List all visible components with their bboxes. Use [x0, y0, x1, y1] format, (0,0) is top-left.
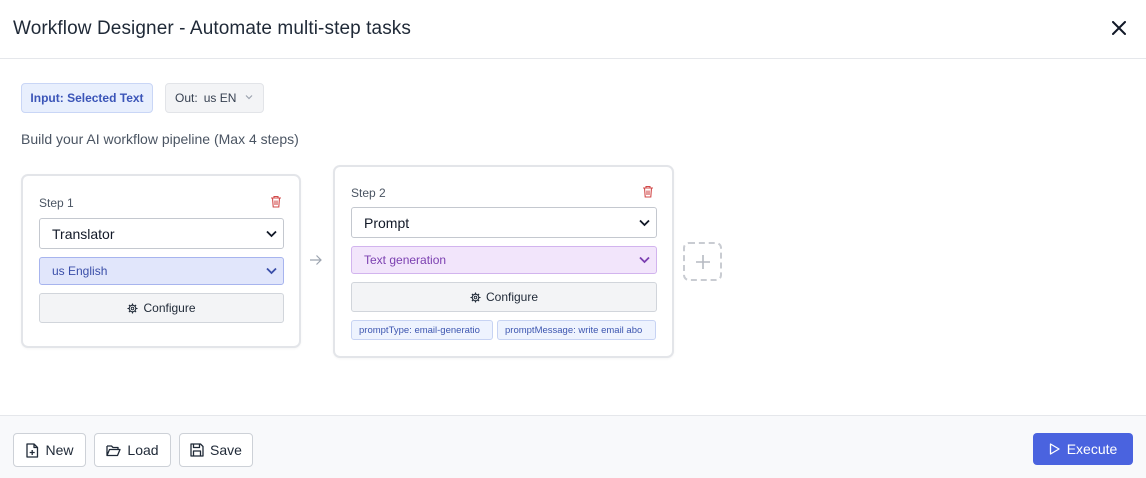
new-button[interactable]: New [13, 433, 86, 467]
load-button[interactable]: Load [94, 433, 171, 467]
gear-icon [470, 291, 481, 303]
step-language-select[interactable]: us English [39, 257, 284, 285]
play-icon [1049, 443, 1060, 455]
gear-icon [127, 302, 139, 314]
step-tool-value: Prompt [364, 214, 410, 231]
step-label: Step 2 [351, 186, 386, 200]
save-button[interactable]: Save [179, 433, 253, 467]
configure-button[interactable]: Configure [351, 282, 657, 312]
execute-button[interactable]: Execute [1033, 433, 1133, 465]
dialog-footer: New Load Save Execute [0, 415, 1146, 478]
configure-button[interactable]: Configure [39, 293, 284, 323]
chevron-down-icon [266, 230, 277, 237]
dialog-header: Workflow Designer - Automate multi-step … [0, 0, 1146, 59]
step-tool-select[interactable]: Prompt [351, 207, 657, 238]
new-label: New [45, 442, 74, 458]
chevron-down-icon [266, 267, 277, 275]
output-language-select[interactable]: Out: us EN [165, 83, 264, 113]
execute-label: Execute [1066, 441, 1118, 457]
output-value: us EN [203, 91, 237, 105]
add-step-button[interactable] [683, 242, 722, 281]
chevron-down-icon [245, 95, 253, 100]
step-label: Step 1 [39, 196, 74, 210]
chevron-down-icon [639, 219, 650, 226]
save-label: Save [210, 442, 242, 458]
step-tool-select[interactable]: Translator [39, 218, 284, 249]
configure-label: Configure [143, 301, 196, 315]
file-plus-icon [26, 442, 39, 458]
configure-label: Configure [485, 290, 539, 304]
pipeline-instructions: Build your AI workflow pipeline (Max 4 s… [21, 131, 299, 147]
step-option-value: us English [52, 264, 108, 278]
param-chip: promptType: email-generatio [351, 320, 493, 340]
dialog-title: Workflow Designer - Automate multi-step … [13, 18, 412, 39]
param-chip: promptMessage: write email abo [497, 320, 656, 340]
step-card-2: Step 2 Prompt Text generation Configure … [333, 165, 674, 358]
save-icon [190, 443, 204, 457]
folder-open-icon [106, 444, 122, 456]
trash-icon[interactable] [642, 185, 654, 198]
close-button[interactable] [1107, 16, 1131, 40]
plus-icon [695, 254, 710, 269]
input-source-chip[interactable]: Input: Selected Text [21, 83, 153, 113]
trash-icon[interactable] [270, 195, 282, 208]
step-option-value: Text generation [364, 253, 447, 267]
step-card-1: Step 1 Translator us English Configure [21, 174, 301, 348]
chevron-down-icon [639, 256, 650, 264]
load-label: Load [127, 442, 159, 458]
step-tool-value: Translator [52, 225, 115, 242]
step-mode-select[interactable]: Text generation [351, 246, 657, 274]
arrow-right-icon [310, 255, 322, 265]
close-icon [1112, 21, 1126, 35]
output-label: Out: [175, 91, 198, 105]
